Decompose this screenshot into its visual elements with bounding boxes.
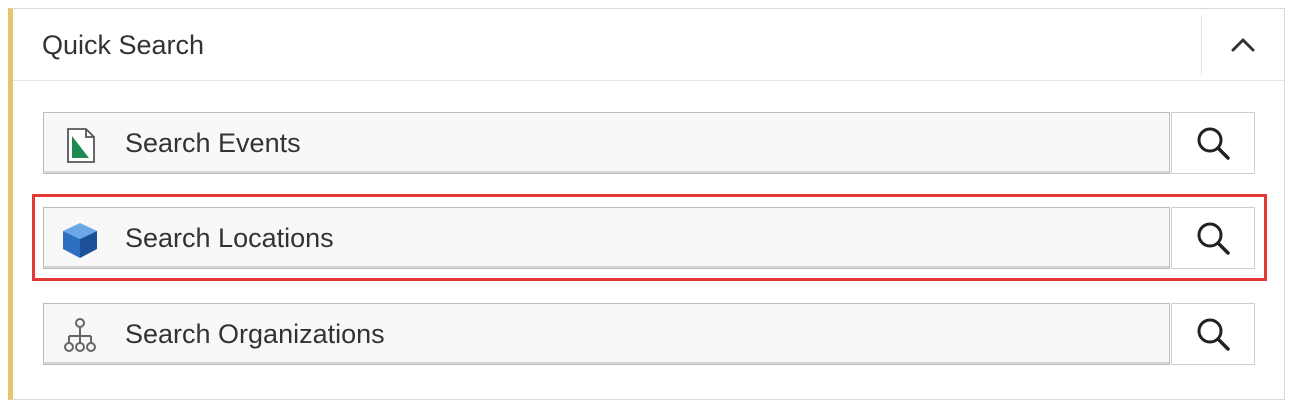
search-organizations-label: Search Organizations — [125, 319, 385, 349]
search-icon — [1197, 127, 1230, 160]
search-organizations-button[interactable] — [1171, 303, 1255, 365]
search-locations-button[interactable] — [1171, 207, 1255, 269]
search-events-field[interactable]: Search Events — [43, 112, 1170, 174]
search-icon — [1197, 222, 1230, 255]
organization-hierarchy-icon — [64, 318, 96, 352]
collapse-button[interactable] — [1201, 15, 1284, 75]
search-row-events: Search Events — [43, 112, 1255, 174]
location-cube-icon — [63, 223, 97, 258]
search-events-label: Search Events — [125, 128, 301, 158]
search-row-organizations: Search Organizations — [43, 303, 1255, 365]
event-document-icon — [67, 128, 95, 163]
search-locations-field[interactable]: Search Locations — [43, 207, 1170, 269]
chevron-up-icon — [1231, 38, 1255, 52]
search-events-button[interactable] — [1171, 112, 1255, 174]
search-row-locations: Search Locations — [43, 207, 1255, 269]
panel-title: Quick Search — [42, 30, 205, 60]
panel-header: Quick Search — [13, 9, 1284, 81]
quick-search-panel: Quick Search Search Events Search Locati… — [8, 8, 1285, 400]
search-organizations-field[interactable]: Search Organizations — [43, 303, 1170, 365]
search-icon — [1197, 318, 1230, 351]
search-locations-label: Search Locations — [125, 223, 334, 253]
